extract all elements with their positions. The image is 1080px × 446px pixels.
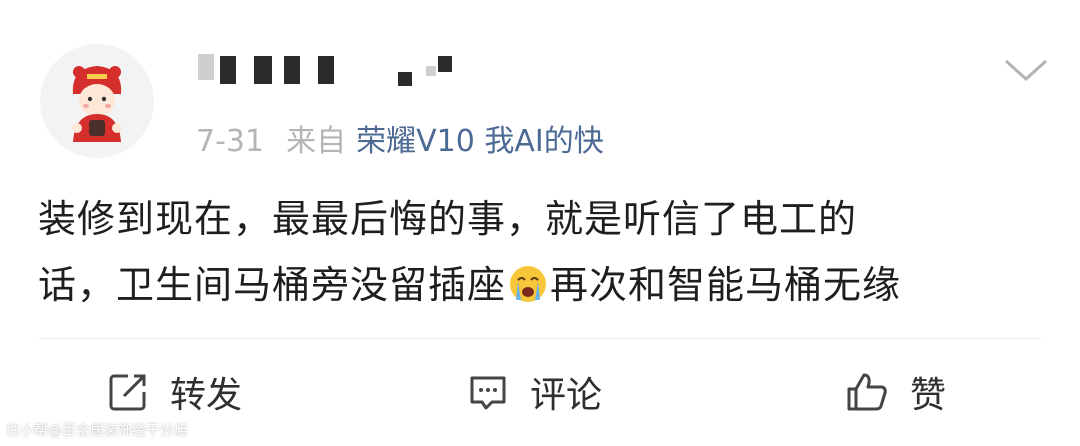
chevron-down-icon[interactable] [1002,55,1050,85]
post-meta: 7-31 来自 荣耀V10 我AI的快 [196,116,604,160]
thumbs-up-icon [847,373,887,411]
comment-icon [470,376,506,410]
from-label: 来自 [286,124,347,159]
post-date: 7-31 [196,124,265,159]
repost-label: 转发 [170,375,243,416]
avatar-illustration-icon [72,66,122,142]
comment-label: 评论 [530,375,603,416]
content-line-2: 话，卫生间马桶旁没留插座 再次和智能马桶无缘 [38,252,1048,318]
watermark: 住小帮@百合居装饰经干分店 [6,423,188,439]
content-line-2-part-a: 话，卫生间马桶旁没留插座 [38,263,507,307]
like-label: 赞 [910,375,947,416]
avatar[interactable] [40,44,154,158]
source-link[interactable]: 荣耀V10 我AI的快 [356,124,604,159]
crying-face-emoji-icon [510,266,547,302]
content-line-2-part-b: 再次和智能马桶无缘 [550,263,902,307]
post-content: 装修到现在，最最后悔的事，就是听信了电工的 话，卫生间马桶旁没留插座 再次和智能… [38,186,1048,318]
content-line-1: 装修到现在，最最后悔的事，就是听信了电工的 [38,197,858,241]
like-button[interactable]: 赞 [844,352,946,432]
divider [38,338,1042,339]
repost-icon [109,374,146,411]
comment-button[interactable]: 评论 [466,352,602,432]
